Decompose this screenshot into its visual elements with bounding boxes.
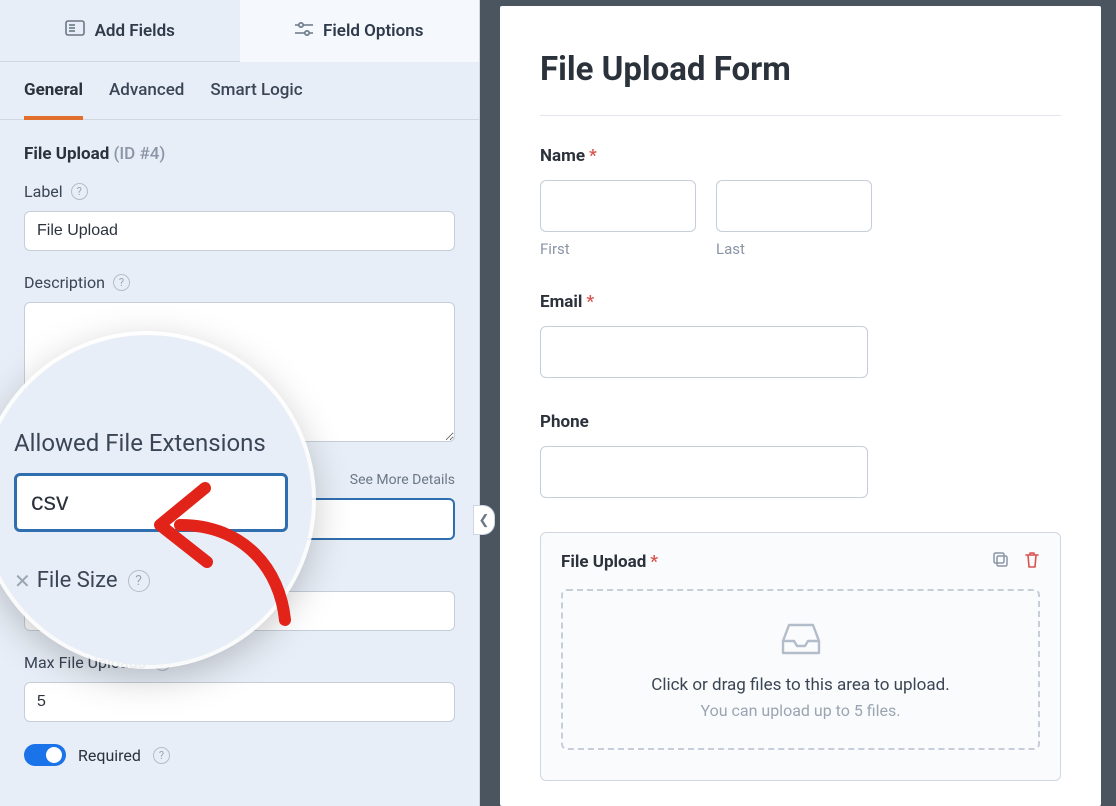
row-label: Label ?	[24, 182, 455, 251]
help-icon[interactable]: ?	[71, 183, 88, 200]
top-tabs: Add Fields Field Options	[0, 0, 479, 62]
help-icon[interactable]: ?	[153, 747, 170, 764]
phone-label: Phone	[540, 412, 1061, 432]
phone-input[interactable]	[540, 446, 868, 498]
last-sublabel: Last	[716, 240, 872, 258]
magnifier-size-label: File Size	[37, 568, 118, 593]
sub-tabs: General Advanced Smart Logic	[0, 62, 479, 120]
sub-tab-advanced[interactable]: Advanced	[109, 80, 184, 119]
tab-add-fields[interactable]: Add Fields	[0, 0, 240, 62]
first-name-input[interactable]	[540, 180, 696, 232]
tab-add-fields-label: Add Fields	[95, 21, 175, 41]
help-icon: ?	[128, 570, 150, 592]
field-name: File Upload	[24, 144, 109, 164]
label-input[interactable]	[24, 211, 455, 251]
inbox-icon	[583, 619, 1018, 661]
max-uploads-input[interactable]	[24, 682, 455, 722]
required-toggle[interactable]	[24, 744, 66, 766]
magnifier-ext-label: Allowed File Extensions	[14, 429, 288, 457]
field-id: (ID #4)	[113, 144, 165, 164]
magnifier-size-row: ✕ File Size ?	[14, 568, 288, 593]
required-asterisk: *	[650, 552, 658, 572]
required-asterisk: *	[586, 292, 594, 312]
last-name-input[interactable]	[716, 180, 872, 232]
trash-icon[interactable]	[1024, 551, 1040, 573]
duplicate-icon[interactable]	[992, 551, 1010, 573]
first-sublabel: First	[540, 240, 696, 258]
row-required: Required ?	[24, 744, 455, 766]
label-label: Label	[24, 182, 63, 201]
row-max-uploads: Max File Uploads ?	[24, 653, 455, 722]
magnifier-ext-input[interactable]	[14, 473, 288, 532]
help-icon[interactable]: ?	[113, 274, 130, 291]
collapse-handle[interactable]: ❮	[473, 505, 495, 535]
email-label: Email*	[540, 292, 1061, 312]
dropzone-line1: Click or drag files to this area to uplo…	[583, 675, 1018, 695]
tab-field-options[interactable]: Field Options	[240, 0, 480, 62]
dropzone-line2: You can upload up to 5 files.	[583, 701, 1018, 720]
see-more-link[interactable]: See More Details	[350, 472, 455, 488]
required-asterisk: *	[589, 146, 597, 166]
dropzone[interactable]: Click or drag files to this area to uplo…	[561, 589, 1040, 750]
name-label: Name*	[540, 146, 1061, 166]
tab-field-options-label: Field Options	[323, 21, 423, 41]
description-label: Description	[24, 273, 105, 292]
divider	[540, 115, 1061, 116]
chevron-left-icon: ❮	[479, 513, 490, 528]
upload-block[interactable]: File Upload* Click or	[540, 532, 1061, 781]
required-label: Required	[78, 746, 141, 765]
form-preview: File Upload Form Name* First Last Email*…	[500, 6, 1101, 806]
upload-field-label: File Upload*	[561, 552, 658, 572]
sub-tab-general[interactable]: General	[24, 80, 83, 120]
add-fields-icon	[65, 20, 85, 41]
form-title: File Upload Form	[540, 50, 1061, 89]
sliders-icon	[295, 21, 313, 42]
field-header: File Upload (ID #4)	[24, 144, 455, 164]
sub-tab-smart-logic[interactable]: Smart Logic	[210, 80, 302, 119]
email-input[interactable]	[540, 326, 868, 378]
